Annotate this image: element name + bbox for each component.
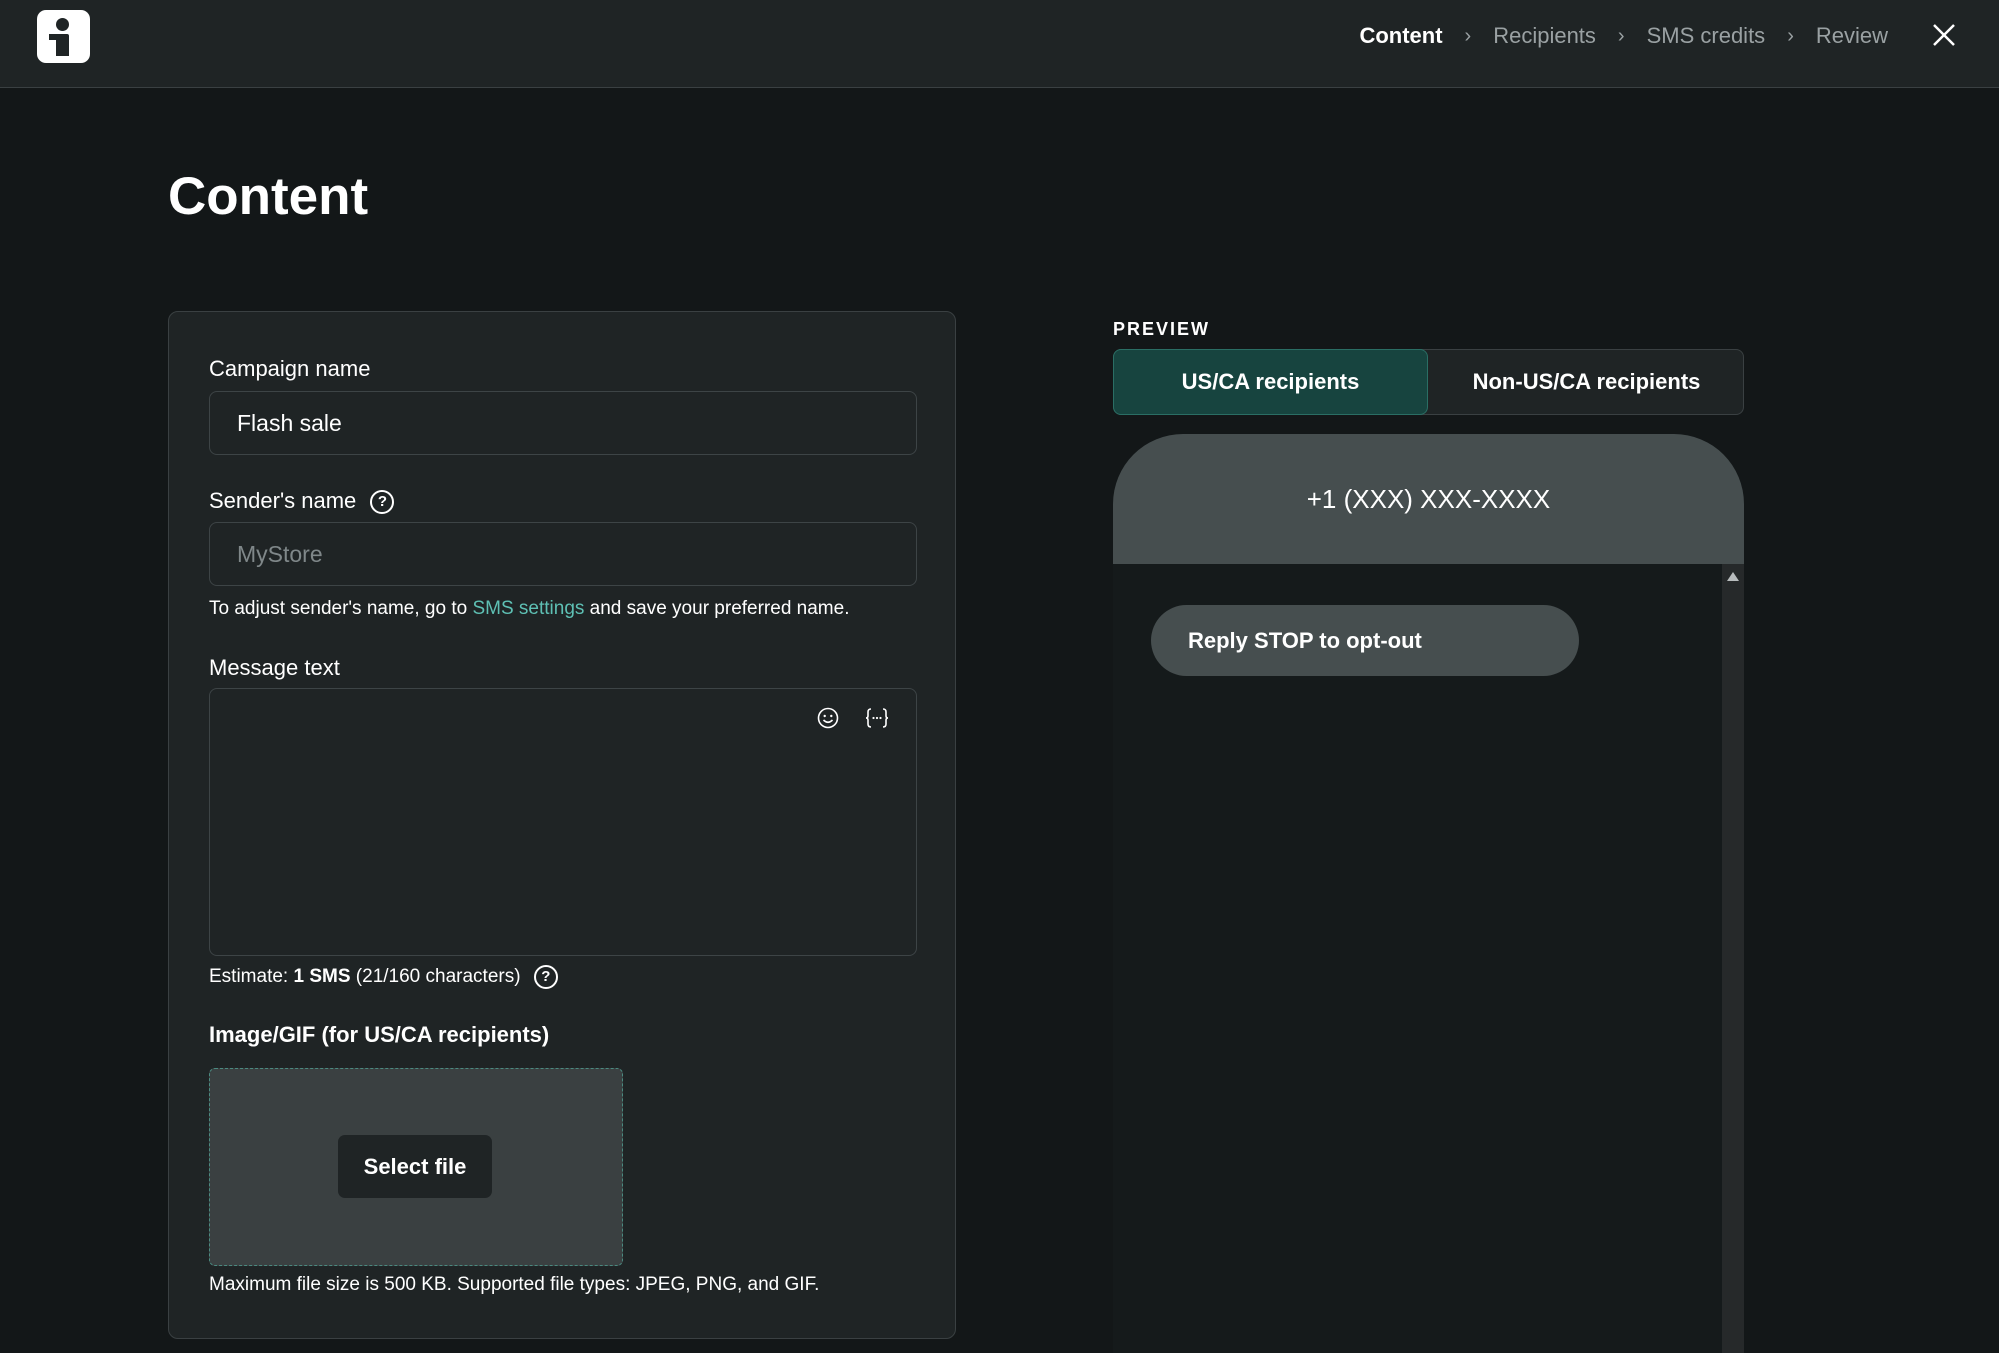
tab-us-ca-recipients[interactable]: US/CA recipients <box>1113 349 1428 415</box>
help-circle-icon[interactable]: ? <box>370 490 395 515</box>
chevron-right-icon: › <box>1787 24 1794 47</box>
chevron-right-icon: › <box>1617 24 1625 47</box>
tab-non-us-ca-recipients[interactable]: Non-US/CA recipients <box>1429 349 1744 415</box>
step-content[interactable]: Content <box>1359 23 1442 49</box>
sms-estimate: Estimate: 1 SMS (21/160 characters) ? <box>209 965 558 989</box>
preview-label: PREVIEW <box>1113 319 1211 339</box>
estimate-suffix: (21/160 characters) <box>350 966 521 988</box>
sender-name-label-text: Sender's name <box>209 488 357 513</box>
sender-hint-suffix: and save your preferred name. <box>584 598 850 619</box>
chevron-right-icon: › <box>1464 24 1472 47</box>
step-sms-credits[interactable]: SMS credits <box>1647 23 1766 49</box>
sender-name-hint: To adjust sender's name, go to SMS setti… <box>209 598 849 620</box>
sms-settings-link[interactable]: SMS settings <box>472 598 584 619</box>
message-bubble: Reply STOP to opt-out <box>1151 605 1579 676</box>
phone-number-header: +1 (XXX) XXX-XXXX <box>1113 434 1744 564</box>
stepper-breadcrumb: Content › Recipients › SMS credits › Rev… <box>1359 18 1888 54</box>
image-dropzone[interactable]: Select file <box>209 1068 623 1266</box>
campaign-name-label: Campaign name <box>209 356 371 381</box>
estimate-count: 1 SMS <box>293 966 351 988</box>
phone-preview: +1 (XXX) XXX-XXXX Reply STOP to opt-out <box>1113 434 1744 1353</box>
brand-logo-icon[interactable] <box>37 10 90 63</box>
campaign-name-input[interactable]: Flash sale <box>209 391 917 455</box>
estimate-prefix: Estimate: <box>209 966 294 988</box>
close-icon[interactable] <box>1929 20 1959 50</box>
sender-name-input[interactable]: MyStore <box>209 522 917 586</box>
step-recipients[interactable]: Recipients <box>1493 23 1596 49</box>
sender-hint-prefix: To adjust sender's name, go to <box>209 598 473 619</box>
scroll-up-arrow-icon[interactable] <box>1727 572 1739 581</box>
preview-scrollbar[interactable] <box>1722 564 1744 1353</box>
preview-tabs: US/CA recipients Non-US/CA recipients <box>1113 349 1744 415</box>
emoji-icon[interactable] <box>816 706 840 736</box>
file-size-hint: Maximum file size is 500 KB. Supported f… <box>209 1274 820 1295</box>
top-bar: Content › Recipients › SMS credits › Rev… <box>0 0 1999 88</box>
variable-braces-icon[interactable] <box>864 706 890 736</box>
sender-name-label: Sender's name ? <box>209 488 395 515</box>
help-circle-icon[interactable]: ? <box>533 965 558 989</box>
select-file-button[interactable]: Select file <box>338 1135 492 1198</box>
step-review[interactable]: Review <box>1816 23 1888 49</box>
content-form-card: Campaign name Flash sale Sender's name ?… <box>168 311 956 1339</box>
page-title: Content <box>168 167 369 226</box>
image-gif-label: Image/GIF (for US/CA recipients) <box>209 1022 550 1047</box>
message-text-area[interactable] <box>209 688 917 956</box>
message-text-label: Message text <box>209 655 340 680</box>
